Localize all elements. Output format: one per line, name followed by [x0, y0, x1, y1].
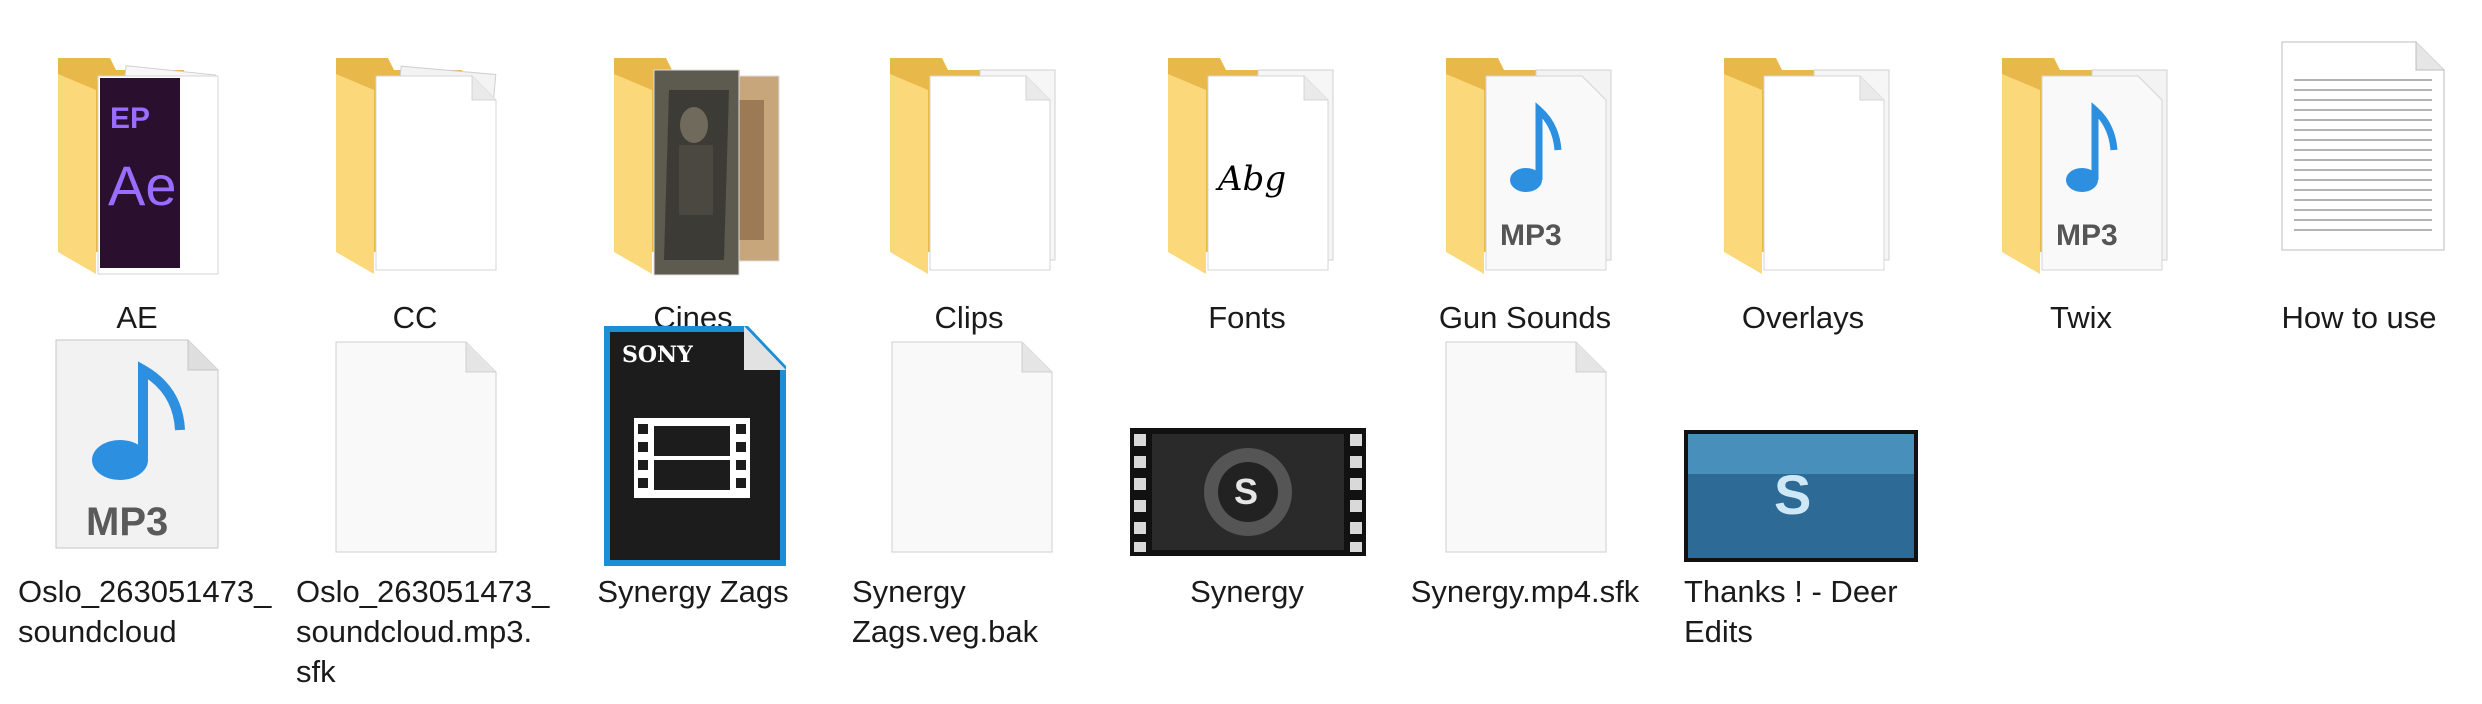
image-logo-text: S — [1774, 463, 1811, 526]
folder-audio-icon: MP3 — [1942, 30, 2220, 290]
file-label: Synergy.mp4.sfk — [1410, 574, 1640, 609]
file-item-oslo-sfk[interactable]: Oslo_263051473_ soundcloud.mp3. sfk — [276, 330, 554, 689]
blank-file-icon — [1386, 330, 1664, 590]
file-label: Synergy — [1190, 574, 1304, 609]
folder-documents-icon — [276, 30, 554, 290]
image-thumbnail-icon: S — [1664, 330, 1942, 590]
mp3-file-icon: MP3 — [0, 330, 276, 590]
folder-item-ae[interactable]: EP Ae AE — [0, 30, 276, 350]
folder-item-fonts[interactable]: 6 Abg Fonts — [1108, 30, 1386, 350]
blank-file-icon — [276, 330, 554, 590]
svg-text:Ae: Ae — [108, 154, 177, 217]
folder-fonts-icon: 6 Abg — [1108, 30, 1386, 290]
folder-documents-icon — [830, 30, 1108, 290]
sony-vegas-project-icon: SONY — [554, 322, 832, 582]
folder-item-overlays[interactable]: Overlays — [1664, 30, 1942, 350]
file-item-oslo-mp3[interactable]: MP3 Oslo_263051473_ soundcloud — [0, 330, 276, 650]
folder-item-gun-sounds[interactable]: MP3 Gun Sounds — [1386, 30, 1664, 350]
blank-file-icon — [832, 330, 1110, 590]
file-label: Twix — [2050, 300, 2112, 335]
file-label: Synergy Zags.veg.bak — [852, 574, 1039, 649]
svg-text:EP: EP — [110, 102, 150, 135]
text-document-icon — [2220, 30, 2482, 290]
folder-audio-icon: MP3 — [1386, 30, 1664, 290]
mp3-badge: MP3 — [86, 500, 168, 544]
file-item-synergy-zags[interactable]: SONY Synergy Zags — [554, 322, 832, 642]
file-item-synergy-sfk[interactable]: Synergy.mp4.sfk — [1386, 330, 1664, 650]
folder-item-cc[interactable]: CC — [276, 30, 554, 350]
file-label: Oslo_263051473_ soundcloud.mp3. sfk — [296, 574, 550, 689]
file-label: Oslo_263051473_ soundcloud — [18, 574, 272, 649]
folder-after-effects-icon: EP Ae — [0, 30, 276, 290]
file-item-thanks-deer-edits[interactable]: S Thanks ! - Deer Edits — [1664, 330, 1942, 650]
file-label: Thanks ! - Deer Edits — [1684, 574, 1898, 649]
file-label: How to use — [2281, 300, 2437, 335]
folder-item-clips[interactable]: Clips — [830, 30, 1108, 350]
sony-badge: SONY — [622, 342, 693, 368]
folder-item-twix[interactable]: MP3 Twix — [1942, 30, 2220, 350]
video-logo-text: S — [1234, 471, 1258, 512]
file-item-synergy-video[interactable]: S Synergy — [1108, 330, 1386, 650]
file-item-synergy-zags-bak[interactable]: Synergy Zags.veg.bak — [832, 330, 1110, 650]
file-label: Synergy Zags — [597, 574, 789, 609]
fonts-sample-text: Abg — [1215, 159, 1286, 199]
svg-text:MP3: MP3 — [2056, 219, 2118, 252]
video-thumbnail-icon: S — [1108, 330, 1386, 590]
svg-text:MP3: MP3 — [1500, 219, 1562, 252]
file-item-how-to-use[interactable]: How to use — [2220, 30, 2482, 350]
folder-item-cines[interactable]: Cines — [554, 30, 832, 350]
folder-images-icon — [554, 30, 832, 290]
folder-documents-icon — [1664, 30, 1942, 290]
